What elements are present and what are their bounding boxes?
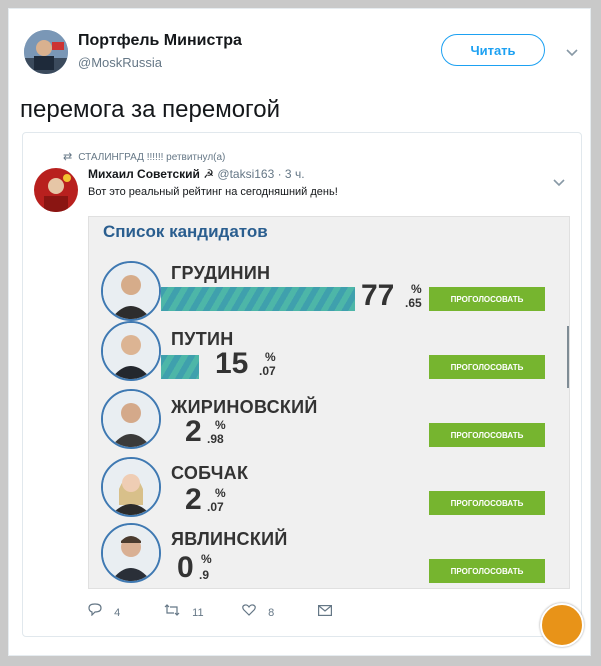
scrollbar[interactable]	[567, 326, 569, 388]
quoted-author-line[interactable]: Михаил Советский ☭ @taksi163 · 3 ч.	[88, 167, 305, 181]
hammer-sickle-icon: ☭	[203, 167, 215, 181]
reply-count: 4	[114, 607, 121, 619]
reply-icon	[88, 603, 106, 620]
like-count: 8	[268, 607, 275, 619]
author-name[interactable]: Портфель Министра	[78, 32, 242, 50]
quoted-author-avatar[interactable]	[34, 168, 78, 212]
candidate-photo	[101, 261, 161, 321]
candidate-name: ЯВЛИНСКИЙ	[171, 529, 288, 549]
retweet-context: ⇄ СТАЛИНГРАД !!!!!! ретвитнул(а)	[63, 150, 225, 163]
candidate-name: СОБЧАК	[171, 463, 249, 483]
retweet-icon: ⇄	[63, 151, 73, 163]
candidate-photo	[101, 523, 161, 583]
result-bar	[161, 287, 356, 311]
retweet-icon	[164, 603, 184, 620]
percent-value: 2	[185, 415, 202, 448]
quoted-author-name[interactable]: Михаил Советский	[88, 167, 200, 181]
result-bar	[161, 355, 199, 379]
heart-icon	[242, 603, 260, 620]
like-action[interactable]: 8	[242, 603, 274, 620]
reply-action[interactable]: 4	[88, 603, 120, 620]
quoted-author-meta[interactable]: @taksi163 · 3 ч.	[217, 167, 304, 181]
candidate-photo	[101, 389, 161, 449]
quoted-chevron-down-icon[interactable]	[553, 174, 565, 190]
candidate-list-image: Список кандидатов ГРУДИНИН 77 % .65 ПРОГ…	[88, 216, 570, 589]
retweet-count: 11	[192, 607, 204, 619]
tweet-text: перемога за перемогой	[20, 96, 281, 123]
percent-sign: %	[215, 486, 226, 500]
percent-value: 15	[215, 347, 249, 380]
percent-value: 2	[185, 483, 202, 516]
percent-fraction: .98	[207, 432, 224, 446]
percent-sign: %	[411, 282, 422, 296]
retweet-action[interactable]: 11	[164, 603, 204, 620]
chevron-down-icon[interactable]	[566, 44, 578, 60]
dm-action[interactable]	[318, 603, 340, 620]
percent-value: 0	[177, 551, 194, 584]
retweet-context-text: СТАЛИНГРАД !!!!!! ретвитнул(а)	[78, 152, 226, 163]
vote-button[interactable]: ПРОГОЛОСОВАТЬ	[429, 287, 545, 311]
vote-button[interactable]: ПРОГОЛОСОВАТЬ	[429, 355, 545, 379]
percent-sign: %	[215, 418, 226, 432]
poll-title: Список кандидатов	[103, 222, 268, 241]
vote-button[interactable]: ПРОГОЛОСОВАТЬ	[429, 559, 545, 583]
percent-value: 77	[361, 279, 395, 312]
watermark-logo	[540, 603, 584, 647]
percent-sign: %	[201, 552, 212, 566]
author-avatar[interactable]	[24, 30, 68, 74]
envelope-icon	[318, 603, 333, 620]
vote-button[interactable]: ПРОГОЛОСОВАТЬ	[429, 423, 545, 447]
vote-button[interactable]: ПРОГОЛОСОВАТЬ	[429, 491, 545, 515]
candidate-name: ГРУДИНИН	[171, 263, 271, 283]
candidate-photo	[101, 457, 161, 517]
percent-fraction: .07	[207, 500, 224, 514]
author-handle[interactable]: @MoskRussia	[78, 55, 162, 70]
percent-fraction: .65	[405, 296, 422, 310]
quoted-tweet-text: Вот это реальный рейтинг на сегодняшний …	[88, 186, 338, 198]
percent-fraction: .9	[199, 568, 210, 582]
percent-sign: %	[265, 350, 276, 364]
percent-fraction: .07	[259, 364, 276, 378]
follow-button[interactable]: Читать	[441, 34, 545, 66]
candidate-photo	[101, 321, 161, 381]
